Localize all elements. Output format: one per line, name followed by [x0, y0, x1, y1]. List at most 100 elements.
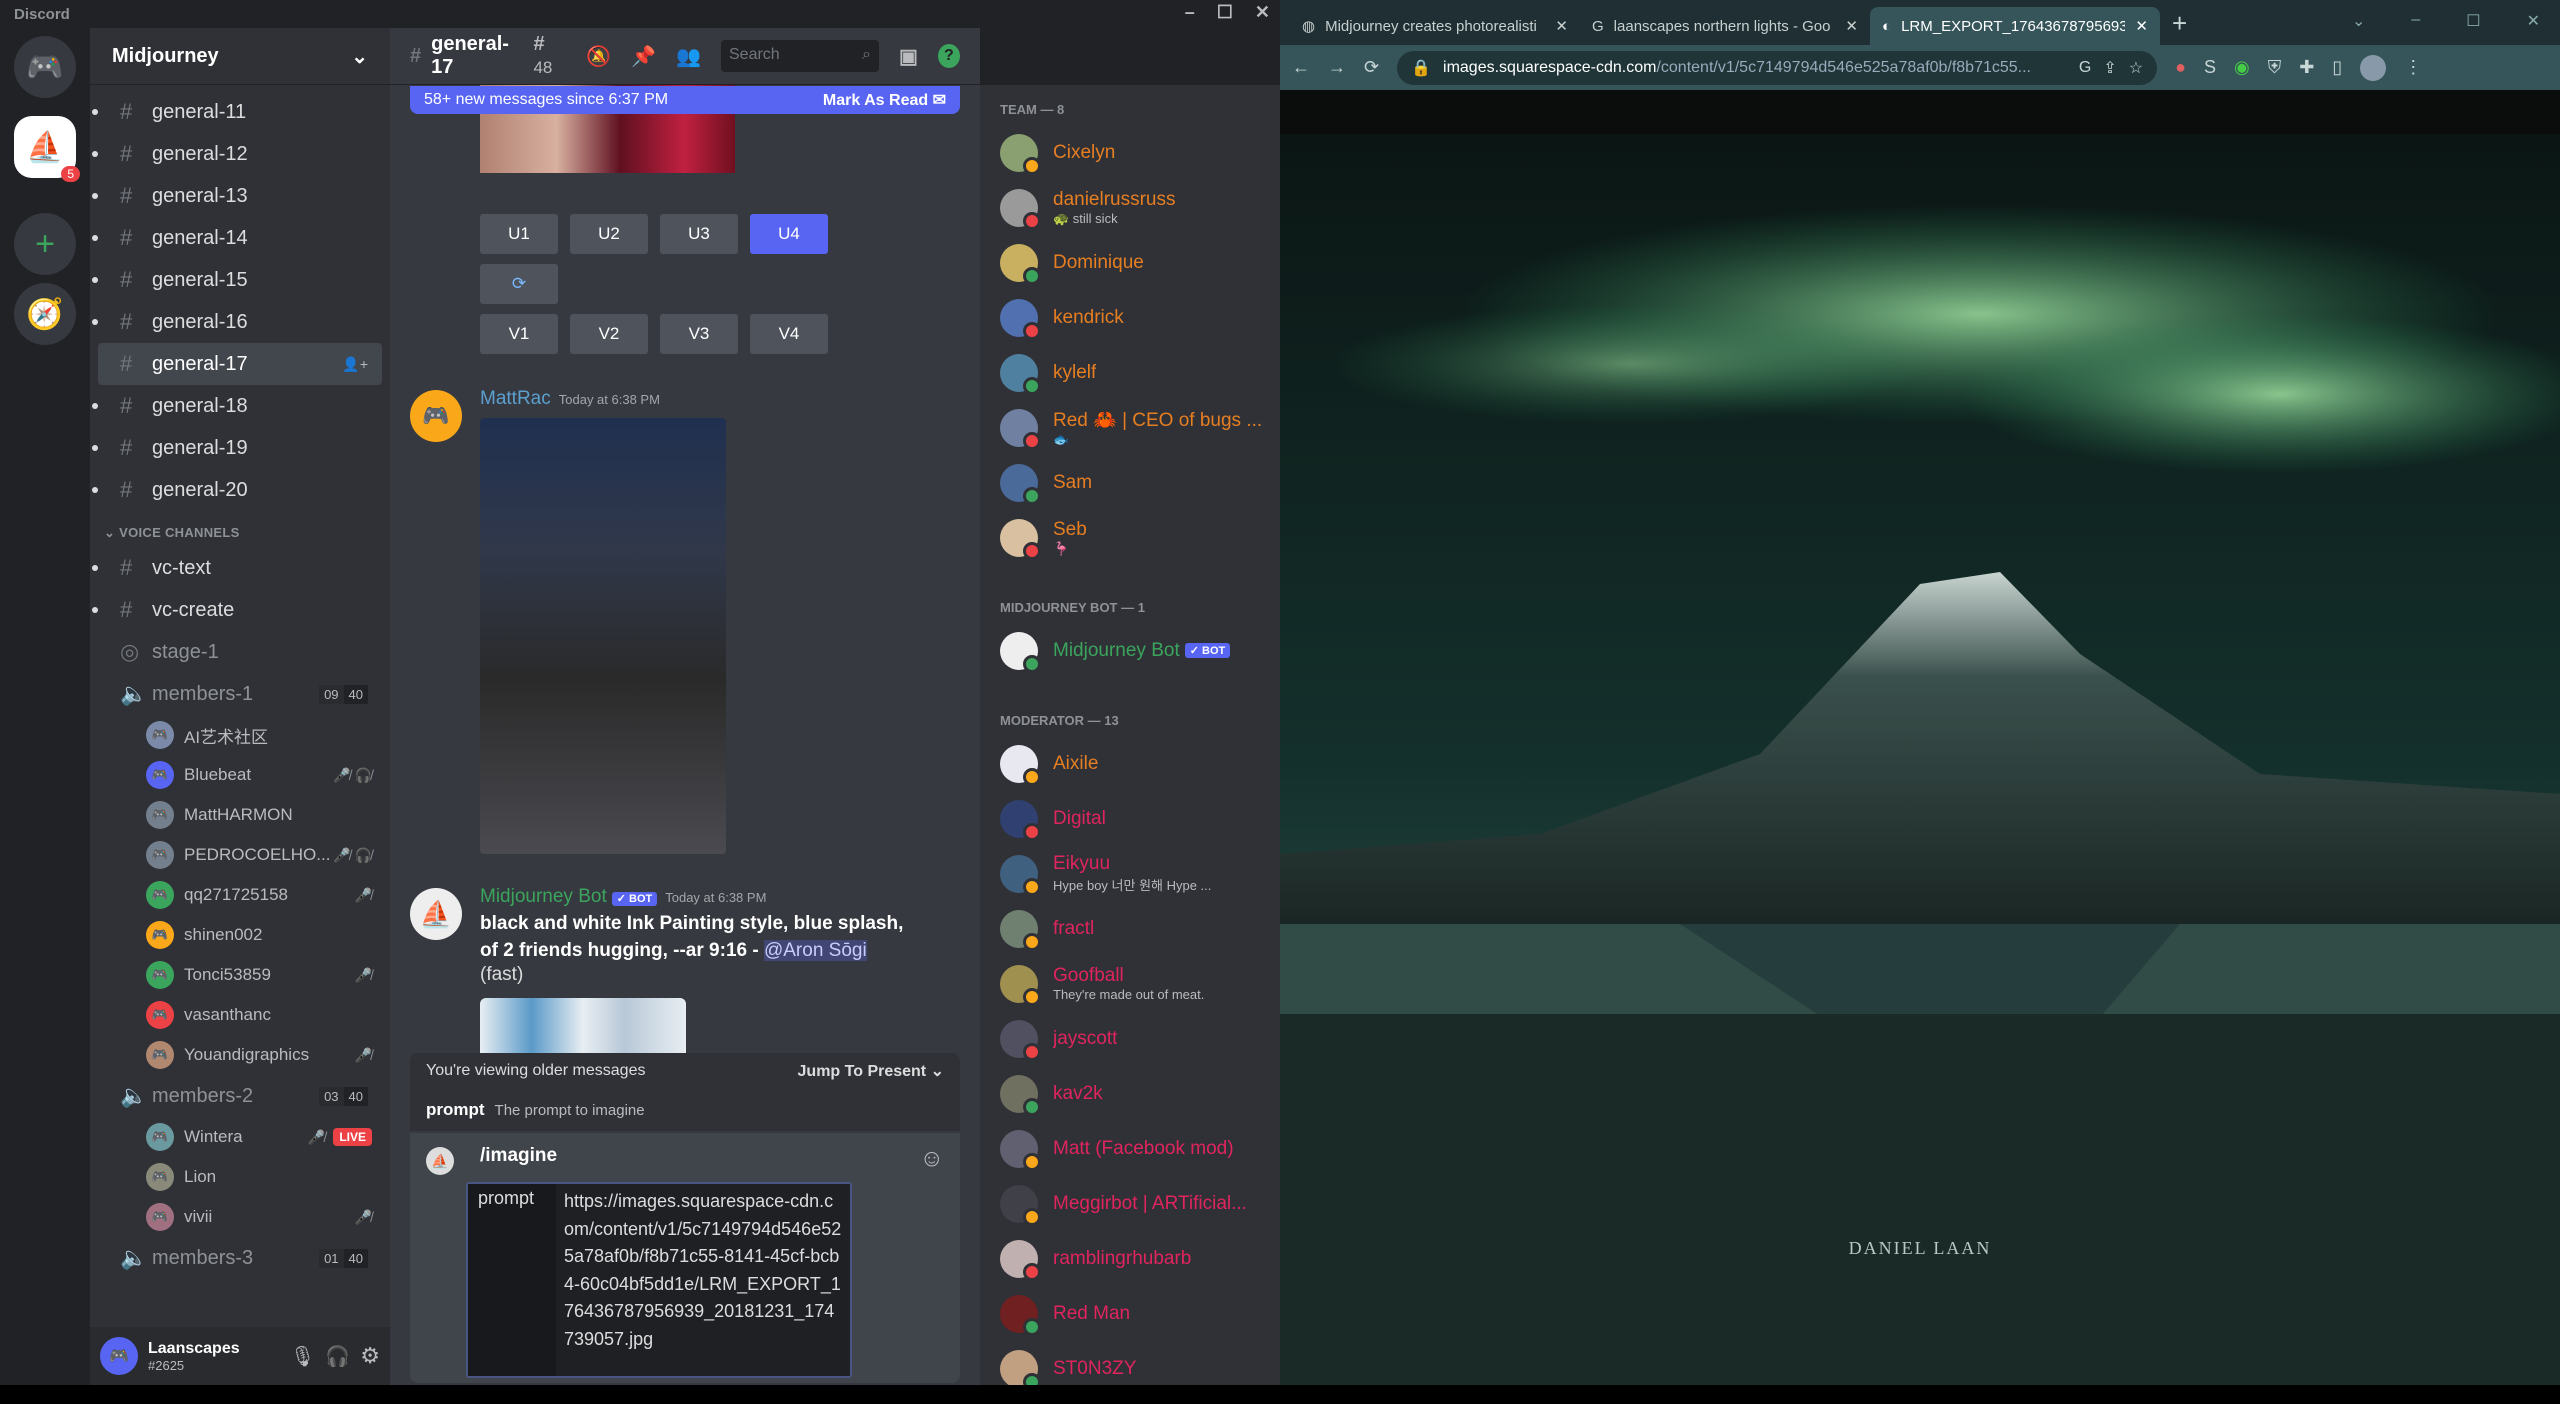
midjourney-server-icon[interactable]: ⛵ 5: [14, 116, 80, 182]
menu-icon[interactable]: ⋮: [2404, 57, 2422, 78]
channel-vc-text[interactable]: # vc-text: [92, 547, 382, 589]
minimize-button[interactable]: –: [2411, 11, 2420, 31]
reroll-button[interactable]: ⟳: [480, 264, 558, 304]
add-server-icon[interactable]: +: [14, 213, 76, 275]
channel-stage-1[interactable]: ◎ stage-1: [98, 631, 382, 673]
star-icon[interactable]: ☆: [2129, 58, 2143, 78]
search-input[interactable]: Search ⌕: [721, 40, 879, 72]
member-item[interactable]: fractl: [980, 901, 1280, 956]
member-item[interactable]: Red 🦀 | CEO of bugs ... 🐟: [980, 400, 1280, 455]
variation-button-V2[interactable]: V2: [570, 314, 648, 354]
voice-user[interactable]: 🎮 qq271725158 🎤̸: [90, 875, 390, 915]
ink-painting-preview[interactable]: [480, 998, 686, 1053]
mute-bell-icon[interactable]: 🔕: [586, 44, 611, 69]
voice-user[interactable]: 🎮 shinen002: [90, 915, 390, 955]
message-author[interactable]: MattRac: [480, 388, 551, 409]
browser-tab[interactable]: Glaanscapes northern lights - Goo ✕: [1580, 7, 1870, 45]
pin-icon[interactable]: 📌: [631, 44, 656, 69]
avatar[interactable]: 🎮: [100, 1337, 138, 1375]
voice-channel-members-3[interactable]: 🔈 members-3 01 40: [98, 1237, 382, 1279]
member-item[interactable]: Aixile: [980, 736, 1280, 791]
microphone-icon[interactable]: 🎙: [290, 1344, 315, 1369]
jump-to-present-button[interactable]: Jump To Present ⌄: [798, 1061, 944, 1081]
new-messages-bar[interactable]: 58+ new messages since 6:37 PM Mark As Re…: [410, 86, 960, 114]
channel-general-16[interactable]: # general-16: [92, 301, 382, 343]
option-hint[interactable]: prompt The prompt to imagine: [410, 1089, 960, 1131]
close-button[interactable]: ✕: [1255, 2, 1270, 23]
browser-tab[interactable]: ◐ LRM_EXPORT_176436787956939 ✕: [1870, 7, 2160, 45]
member-item[interactable]: Meggirbot | ARTificial...: [980, 1176, 1280, 1231]
attached-photo[interactable]: [480, 418, 726, 854]
voice-channel-members-1[interactable]: 🔈 members-1 09 40: [98, 673, 382, 715]
member-item[interactable]: Red Man: [980, 1286, 1280, 1341]
channel-general-20[interactable]: # general-20: [92, 469, 382, 511]
midjourney-bot-avatar[interactable]: ⛵: [410, 888, 462, 940]
member-item[interactable]: kav2k: [980, 1066, 1280, 1121]
channel-general-12[interactable]: # general-12: [92, 133, 382, 175]
prompt-option-field[interactable]: prompt https://images.squarespace-cdn.co…: [466, 1182, 852, 1378]
google-lens-icon[interactable]: G: [2079, 59, 2091, 77]
close-tab-icon[interactable]: ✕: [1845, 17, 1858, 35]
address-bar[interactable]: 🔒 images.squarespace-cdn.com/content/v1/5…: [1397, 50, 2158, 85]
channel-general-11[interactable]: # general-11: [92, 91, 382, 133]
tab-search-button[interactable]: ⌄: [2352, 11, 2365, 31]
share-icon[interactable]: ⇪: [2103, 58, 2116, 78]
member-item[interactable]: kylelf: [980, 345, 1280, 400]
member-item[interactable]: Midjourney Bot ✓ BOT: [980, 623, 1280, 678]
message-author[interactable]: Midjourney Bot: [480, 886, 607, 907]
extension-color-icon[interactable]: ◉: [2234, 57, 2250, 78]
close-button[interactable]: ✕: [2527, 11, 2540, 31]
headphones-icon[interactable]: 🎧: [325, 1344, 350, 1369]
voice-user[interactable]: 🎮 vivii 🎤̸: [90, 1197, 390, 1237]
new-tab-button[interactable]: +: [2172, 8, 2187, 39]
voice-user[interactable]: 🎮 Lion: [90, 1157, 390, 1197]
channel-general-18[interactable]: # general-18: [92, 385, 382, 427]
extension-s-icon[interactable]: S: [2204, 57, 2216, 78]
close-tab-icon[interactable]: ✕: [2135, 17, 2148, 35]
minimize-button[interactable]: –: [1185, 2, 1195, 23]
emoji-icon[interactable]: ☺: [919, 1145, 944, 1173]
member-item[interactable]: jayscott: [980, 1011, 1280, 1066]
channel-vc-create[interactable]: # vc-create: [92, 589, 382, 631]
member-item[interactable]: kendrick: [980, 290, 1280, 345]
voice-user[interactable]: 🎮 Tonci53859 🎤̸: [90, 955, 390, 995]
discord-home-icon[interactable]: 🎮: [14, 36, 76, 98]
channel-general-15[interactable]: # general-15: [92, 259, 382, 301]
channel-general-13[interactable]: # general-13: [92, 175, 382, 217]
members-icon[interactable]: 👥: [676, 44, 701, 69]
forward-icon[interactable]: →: [1328, 57, 1346, 78]
upscale-button-U4[interactable]: U4: [750, 214, 828, 254]
avatar[interactable]: 🎮: [410, 390, 462, 442]
add-member-icon[interactable]: 👤+: [342, 356, 368, 373]
voice-user[interactable]: 🎮 PEDROCOELHO... 🎤̸ 🎧̸: [90, 835, 390, 875]
mark-as-read-button[interactable]: Mark As Read ✉: [823, 90, 946, 110]
explore-compass-icon[interactable]: 🧭: [14, 283, 76, 345]
member-item[interactable]: Seb 🦩: [980, 510, 1280, 565]
member-item[interactable]: Eikyuu Hype boy 너만 원해 Hype ...: [980, 846, 1280, 901]
channel-general-17[interactable]: # general-17 👤+: [98, 343, 382, 385]
close-tab-icon[interactable]: ✕: [1555, 17, 1568, 35]
help-icon[interactable]: ?: [937, 44, 960, 68]
server-header[interactable]: Midjourney ⌄: [90, 28, 390, 85]
reload-icon[interactable]: ⟳: [1364, 57, 1379, 78]
puzzle-icon[interactable]: ✚: [2299, 57, 2314, 78]
variation-button-V1[interactable]: V1: [480, 314, 558, 354]
threads-icon[interactable]: # 48: [533, 33, 566, 79]
member-item[interactable]: ST0N3ZY: [980, 1341, 1280, 1385]
member-item[interactable]: Dominique: [980, 235, 1280, 290]
northern-lights-photo[interactable]: DANIEL LAAN: [1280, 134, 2560, 1392]
extension-shield-icon[interactable]: ⛨: [2268, 57, 2282, 78]
channel-general-14[interactable]: # general-14: [92, 217, 382, 259]
member-item[interactable]: Goofball They're made out of meat.: [980, 956, 1280, 1011]
voice-user[interactable]: 🎮 AI艺术社区: [90, 715, 390, 755]
voice-user[interactable]: 🎮 vasanthanc: [90, 995, 390, 1035]
member-item[interactable]: Sam: [980, 455, 1280, 510]
member-item[interactable]: danielrussruss 🐢 still sick: [980, 180, 1280, 235]
inbox-icon[interactable]: ▣: [899, 44, 918, 69]
voice-user[interactable]: 🎮 Youandigraphics 🎤̸: [90, 1035, 390, 1075]
voice-user[interactable]: 🎮 Wintera 🎤̸ LIVE: [90, 1117, 390, 1157]
browser-tab[interactable]: ◍ Midjourney creates photorealisti ✕: [1290, 7, 1580, 45]
member-item[interactable]: ramblingrhubarb: [980, 1231, 1280, 1286]
upscale-button-U1[interactable]: U1: [480, 214, 558, 254]
profile-avatar[interactable]: [2360, 54, 2387, 81]
